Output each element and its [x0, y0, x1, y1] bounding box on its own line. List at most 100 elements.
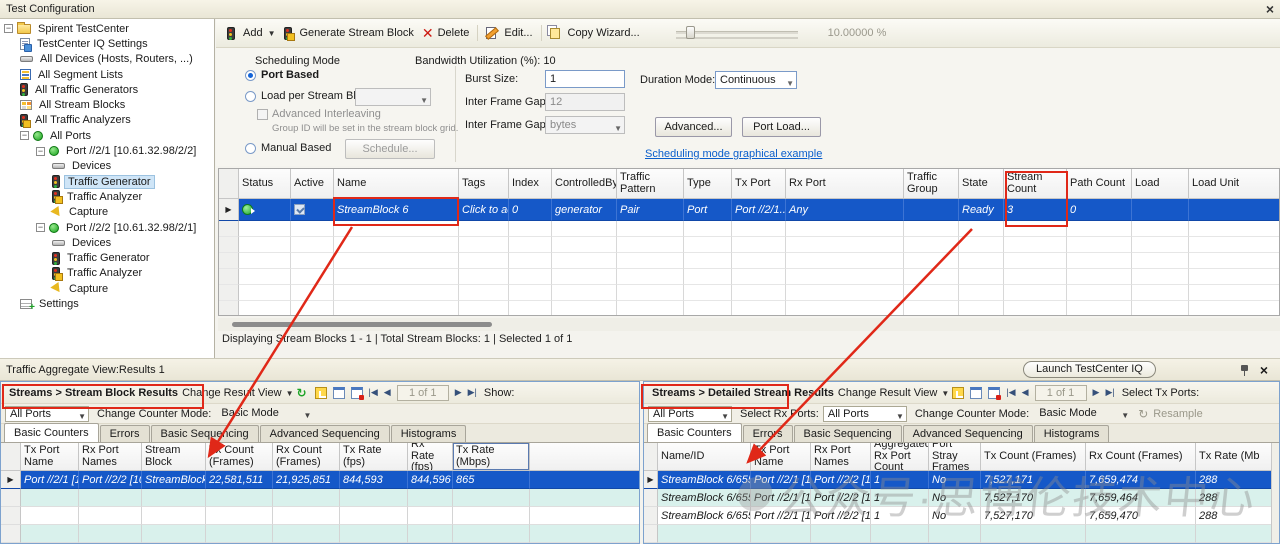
tree-item-port-2-1-10-61-32-98-2-2[interactable]: −Port //2/1 [10.61.32.98/2/2] [0, 143, 214, 158]
right-counter-mode-combo[interactable]: Basic Mode▼ [1035, 406, 1131, 422]
tab-basic-counters[interactable]: Basic Counters [647, 423, 742, 442]
tree-item-all-segment-lists[interactable]: All Segment Lists [0, 67, 214, 82]
refresh-results-icon[interactable]: ↻ [297, 387, 309, 399]
column-header: Tags [459, 169, 509, 199]
copy-wizard-button[interactable]: Copy Wizard... [546, 25, 644, 41]
inter-frame-gap-input[interactable]: 12 [545, 93, 625, 111]
pin-icon[interactable] [1240, 364, 1250, 376]
port-based-radio[interactable] [245, 70, 256, 81]
tree-item-traffic-analyzer[interactable]: Traffic Analyzer [0, 189, 214, 204]
cell: Any [786, 199, 904, 221]
expander-icon[interactable]: − [4, 24, 13, 33]
results-row[interactable]: StreamBlock 6/65538Port //2/1 [10...Port… [644, 507, 1279, 525]
grid-record-icon[interactable] [351, 387, 363, 399]
right-vertical-scrollbar[interactable] [1271, 443, 1279, 543]
tree-item-port-2-2-10-61-32-98-2-1[interactable]: −Port //2/2 [10.61.32.98/2/1] [0, 220, 214, 235]
add-button[interactable]: Add ▼ [223, 25, 280, 42]
tree-item-settings[interactable]: Settings [0, 296, 214, 311]
tree-item-all-devices-hosts-routers[interactable]: All Devices (Hosts, Routers, ...) [0, 52, 214, 67]
column-header: Aggregated Rx Port Count [871, 443, 929, 471]
cell [732, 269, 786, 285]
edit-button[interactable]: Edit... [482, 25, 536, 41]
tree-item-testcenter-iq-settings[interactable]: TestCenter IQ Settings [0, 36, 214, 51]
tab-advanced-sequencing[interactable]: Advanced Sequencing [903, 425, 1033, 442]
tab-errors[interactable]: Errors [743, 425, 793, 442]
expander-icon[interactable]: − [20, 131, 29, 140]
scheduling-example-link[interactable]: Scheduling mode graphical example [645, 148, 822, 160]
tree-item-devices[interactable]: Devices [0, 235, 214, 250]
tab-errors[interactable]: Errors [100, 425, 150, 442]
change-result-view-button[interactable]: Change Result View ▼ [182, 387, 293, 399]
tab-basic-sequencing[interactable]: Basic Sequencing [794, 425, 902, 442]
cell [617, 237, 684, 253]
left-counter-mode-combo[interactable]: Basic Mode▼ [217, 406, 313, 422]
tree-item-traffic-generator[interactable]: Traffic Generator [0, 250, 214, 265]
tab-histograms[interactable]: Histograms [391, 425, 467, 442]
schedule-button[interactable]: Schedule... [345, 139, 435, 159]
rx-ports-combo[interactable]: All Ports▼ [823, 406, 907, 422]
tree-item-all-ports[interactable]: −All Ports [0, 128, 214, 143]
tree-item-capture[interactable]: Capture [0, 281, 214, 296]
tree-item-devices[interactable]: Devices [0, 159, 214, 174]
first-page-icon[interactable]: |◀ [369, 387, 378, 398]
expander-icon[interactable]: − [36, 223, 45, 232]
grid-horizontal-scrollbar[interactable] [218, 318, 1280, 331]
first-page-icon[interactable]: |◀ [1006, 387, 1015, 398]
grid-view-icon[interactable] [333, 387, 345, 399]
tab-histograms[interactable]: Histograms [1034, 425, 1110, 442]
cell: StreamBlock 6 [142, 471, 206, 489]
last-page-icon[interactable]: ▶| [468, 387, 477, 398]
change-result-view-button[interactable]: Change Result View ▼ [838, 387, 949, 399]
tree-item-all-traffic-generators[interactable]: All Traffic Generators [0, 82, 214, 97]
tab-basic-counters[interactable]: Basic Counters [4, 423, 99, 442]
cell: StreamBlock 6/65536 [658, 471, 751, 489]
close-panel-icon[interactable]: × [1260, 362, 1268, 378]
slider-thumb[interactable] [686, 26, 695, 39]
grid-record-icon[interactable] [988, 387, 1000, 399]
export-results-icon[interactable] [315, 387, 327, 399]
export-results-icon[interactable] [952, 387, 964, 399]
tree-item-spirent-testcenter[interactable]: −Spirent TestCenter [0, 21, 214, 36]
tree-item-all-traffic-analyzers[interactable]: All Traffic Analyzers [0, 113, 214, 128]
load-slider[interactable] [676, 26, 798, 40]
results-row[interactable]: ▶StreamBlock 6/65536Port //2/1 [10...Por… [644, 471, 1279, 489]
cell [644, 525, 658, 543]
tree-item-traffic-analyzer[interactable]: Traffic Analyzer [0, 266, 214, 281]
inter-frame-gap-unit-combo[interactable]: bytes▼ [545, 116, 625, 134]
load-per-stream-block-radio[interactable] [245, 91, 256, 102]
tree-item-all-stream-blocks[interactable]: All Stream Blocks [0, 97, 214, 112]
results-row[interactable]: StreamBlock 6/65537Port //2/1 [10...Port… [644, 489, 1279, 507]
tab-advanced-sequencing[interactable]: Advanced Sequencing [260, 425, 390, 442]
expander-icon[interactable]: − [36, 147, 45, 156]
left-ports-combo[interactable]: All Ports▼ [5, 406, 89, 422]
next-page-icon[interactable]: ▶ [455, 387, 462, 398]
close-icon[interactable]: × [1266, 2, 1274, 16]
load-unit-combo[interactable]: ▼ [355, 88, 431, 106]
advanced-interleaving-checkbox[interactable] [257, 109, 268, 120]
tx-ports-combo[interactable]: All Ports▼ [648, 406, 732, 422]
burst-size-input[interactable]: 1 [545, 70, 625, 88]
launch-testcenter-iq-button[interactable]: Launch TestCenter IQ [1023, 361, 1156, 378]
port-load-button[interactable]: Port Load... [742, 117, 821, 137]
tab-basic-sequencing[interactable]: Basic Sequencing [151, 425, 259, 442]
scrollbar-thumb[interactable] [232, 322, 492, 327]
active-checkbox-icon[interactable] [294, 204, 305, 215]
tree-item-label: All Traffic Generators [32, 84, 141, 96]
prev-page-icon[interactable]: ◀ [1022, 387, 1029, 398]
stream-block-row[interactable]: ▶StreamBlock 6Click to ad...0generatorPa… [219, 199, 1279, 221]
last-page-icon[interactable]: ▶| [1105, 387, 1114, 398]
cell: StreamBlock 6 [334, 199, 459, 221]
tree-item-capture[interactable]: Capture [0, 205, 214, 220]
results-row[interactable]: ▶Port //2/1 [10...Port //2/2 [10...Strea… [1, 471, 639, 489]
advanced-button[interactable]: Advanced... [655, 117, 732, 137]
generate-stream-block-button[interactable]: Generate Stream Block [280, 25, 418, 42]
prev-page-icon[interactable]: ◀ [384, 387, 391, 398]
next-page-icon[interactable]: ▶ [1093, 387, 1100, 398]
delete-button[interactable]: ✕ Delete [418, 25, 474, 41]
manual-based-radio[interactable] [245, 143, 256, 154]
tree-item-traffic-generator[interactable]: Traffic Generator [0, 174, 214, 189]
cell [21, 525, 79, 543]
duration-mode-combo[interactable]: Continuous▼ [715, 71, 797, 89]
resample-label[interactable]: Resample [1153, 408, 1203, 420]
grid-view-icon[interactable] [970, 387, 982, 399]
